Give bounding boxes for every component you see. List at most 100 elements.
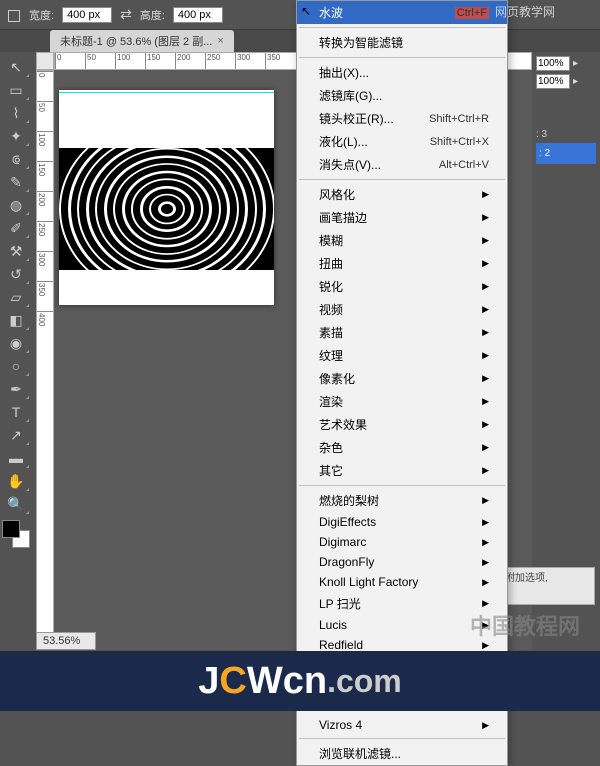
menu-item[interactable]: 像素化▶ [297, 367, 507, 390]
menu-item-browse-online[interactable]: 浏览联机滤镜... [297, 742, 507, 765]
tools-panel: ↖ ▭ ⌇ ✦ ⟃ ✎ ◍ ✐ ⚒ ↺ ▱ ◧ ◉ ○ ✒ T ↗ ▬ ✋ 🔍 [0, 52, 36, 650]
ruler-tick: 150 [37, 161, 53, 176]
move-tool[interactable]: ↖ [2, 56, 30, 78]
ruler-tick: 400 [37, 311, 53, 326]
eyedropper-tool[interactable]: ✎ [2, 171, 30, 193]
menu-label: 消失点(V)... [319, 156, 381, 173]
submenu-arrow-icon: ▶ [482, 442, 489, 453]
zoom-display[interactable]: 53.56% [36, 632, 96, 650]
fill-input[interactable] [536, 74, 570, 89]
menu-item[interactable]: 镜头校正(R)...Shift+Ctrl+R [297, 107, 507, 130]
width-label: 宽度: [29, 7, 54, 23]
menu-label: Knoll Light Factory [319, 575, 418, 589]
menu-shortcut: Ctrl+F [455, 7, 489, 19]
menu-item[interactable]: Vizros 4▶ [297, 715, 507, 735]
brush-tool[interactable]: ✐ [2, 217, 30, 239]
menu-item[interactable]: 其它 ▶ [297, 459, 507, 482]
menu-item[interactable]: 素描▶ [297, 321, 507, 344]
menu-item[interactable]: 视频▶ [297, 298, 507, 321]
ruler-tick: 150 [145, 53, 160, 69]
gradient-tool[interactable]: ◧ [2, 309, 30, 331]
menu-item[interactable]: 抽出(X)... [297, 61, 507, 84]
menu-item[interactable]: DigiEffects▶ [297, 512, 507, 532]
crop-tool[interactable]: ⟃ [2, 148, 30, 170]
menu-item[interactable]: 杂色▶ [297, 436, 507, 459]
menu-item[interactable]: Knoll Light Factory▶ [297, 572, 507, 592]
layer-item[interactable]: : 3 [536, 129, 596, 140]
menu-item[interactable]: 纹理▶ [297, 344, 507, 367]
zoom-tool[interactable]: 🔍 [2, 493, 30, 515]
dropdown-icon[interactable]: ▸ [573, 76, 578, 87]
foreground-color[interactable] [2, 520, 20, 538]
menu-label: 锐化 [319, 278, 343, 295]
menu-separator [299, 27, 505, 28]
layer-item-selected[interactable]: : 2 [536, 143, 596, 164]
menu-label: 液化(L)... [319, 133, 368, 150]
menu-item[interactable]: 消失点(V)... Alt+Ctrl+V [297, 153, 507, 176]
marquee-tool[interactable]: ▭ [2, 79, 30, 101]
menu-item[interactable]: 画笔描边▶ [297, 206, 507, 229]
menu-item[interactable]: 锐化▶ [297, 275, 507, 298]
menu-item[interactable]: 渲染 ▶ [297, 390, 507, 413]
height-input[interactable] [173, 7, 223, 23]
stamp-tool[interactable]: ⚒ [2, 240, 30, 262]
horizontal-guide[interactable] [59, 92, 274, 93]
ruler-tick: 100 [37, 131, 53, 146]
hand-tool[interactable]: ✋ [2, 470, 30, 492]
menu-item[interactable]: 艺术效果▶ [297, 413, 507, 436]
menu-item[interactable]: 滤镜库(G)... [297, 84, 507, 107]
submenu-arrow-icon: ▶ [482, 465, 489, 476]
menu-label: 水波 [319, 4, 343, 21]
opacity-input[interactable] [536, 56, 570, 71]
ruler-tick: 350 [265, 53, 280, 69]
submenu-arrow-icon: ▶ [482, 396, 489, 407]
ruler-tick: 250 [205, 53, 220, 69]
menu-item[interactable]: Digimarc▶ [297, 532, 507, 552]
menu-item[interactable]: 液化(L)... Shift+Ctrl+X [297, 130, 507, 153]
right-panels: ▸ ▸ : 3 : 2 [532, 52, 600, 650]
submenu-arrow-icon: ▶ [482, 537, 489, 548]
menu-label: 渲染 [319, 393, 343, 410]
dropdown-icon[interactable]: ▸ [573, 58, 578, 69]
history-brush-tool[interactable]: ↺ [2, 263, 30, 285]
ruler-tick: 100 [115, 53, 130, 69]
swap-dimensions-icon[interactable]: ⇄ [120, 6, 132, 23]
ruler-tick: 250 [37, 221, 53, 236]
shape-tool[interactable]: ▬ [2, 447, 30, 469]
menu-shortcut: Shift+Ctrl+X [430, 136, 489, 148]
submenu-arrow-icon: ▶ [482, 640, 489, 651]
submenu-arrow-icon: ▶ [482, 517, 489, 528]
path-tool[interactable]: ↗ [2, 424, 30, 446]
pen-tool[interactable]: ✒ [2, 378, 30, 400]
menu-item[interactable]: 模糊▶ [297, 229, 507, 252]
document-tab[interactable]: 未标题-1 @ 53.6% (图层 2 副... × [50, 30, 234, 52]
menu-item[interactable]: 风格化▶ [297, 183, 507, 206]
height-label: 高度: [140, 7, 165, 23]
blur-tool[interactable]: ◉ [2, 332, 30, 354]
dodge-tool[interactable]: ○ [2, 355, 30, 377]
width-input[interactable] [62, 7, 112, 23]
tab-title: 未标题-1 @ 53.6% (图层 2 副... [60, 33, 212, 49]
close-icon[interactable]: × [217, 35, 223, 47]
type-tool[interactable]: T [2, 401, 30, 423]
menu-item[interactable]: 燃烧的梨树▶ [297, 489, 507, 512]
menu-item[interactable]: DragonFly▶ [297, 552, 507, 572]
lasso-tool[interactable]: ⌇ [2, 102, 30, 124]
menu-label: DragonFly [319, 555, 374, 569]
ruler-tick: 50 [85, 53, 96, 69]
crop-icon [5, 7, 21, 23]
magic-wand-tool[interactable]: ✦ [2, 125, 30, 147]
submenu-arrow-icon: ▶ [482, 373, 489, 384]
menu-label: 其它 [319, 462, 343, 479]
canvas-content[interactable] [59, 90, 274, 305]
menu-item[interactable]: 扭曲▶ [297, 252, 507, 275]
artwork-layer [59, 148, 274, 270]
color-swatches[interactable] [2, 520, 30, 548]
menu-item-last-filter[interactable]: ↖ 水波 Ctrl+F [297, 1, 507, 24]
menu-item-convert-smart[interactable]: 转换为智能滤镜 [297, 31, 507, 54]
menu-shortcut: Alt+Ctrl+V [439, 159, 489, 171]
eraser-tool[interactable]: ▱ [2, 286, 30, 308]
menu-label: Lucis [319, 618, 347, 632]
healing-tool[interactable]: ◍ [2, 194, 30, 216]
vertical-ruler[interactable]: 050100150200250300350400 [36, 70, 54, 650]
